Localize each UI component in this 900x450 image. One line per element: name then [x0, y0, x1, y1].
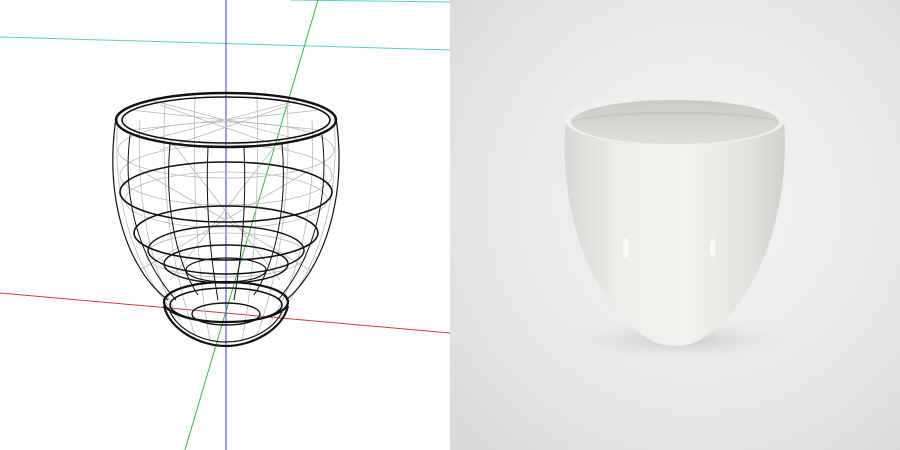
- axis-y-line: [184, 0, 319, 450]
- render-canvas: [450, 0, 900, 450]
- comparison-stage: [0, 0, 900, 450]
- grid-line-top: [0, 36, 450, 51]
- cup-highlight-right: [710, 239, 716, 257]
- grid-line-upper: [289, 0, 450, 3]
- cup-highlight-left: [623, 238, 629, 258]
- cup-interior: [571, 100, 779, 144]
- render-viewport: [450, 0, 900, 450]
- wireframe-canvas: [0, 0, 450, 450]
- wireframe-viewport: [0, 0, 450, 450]
